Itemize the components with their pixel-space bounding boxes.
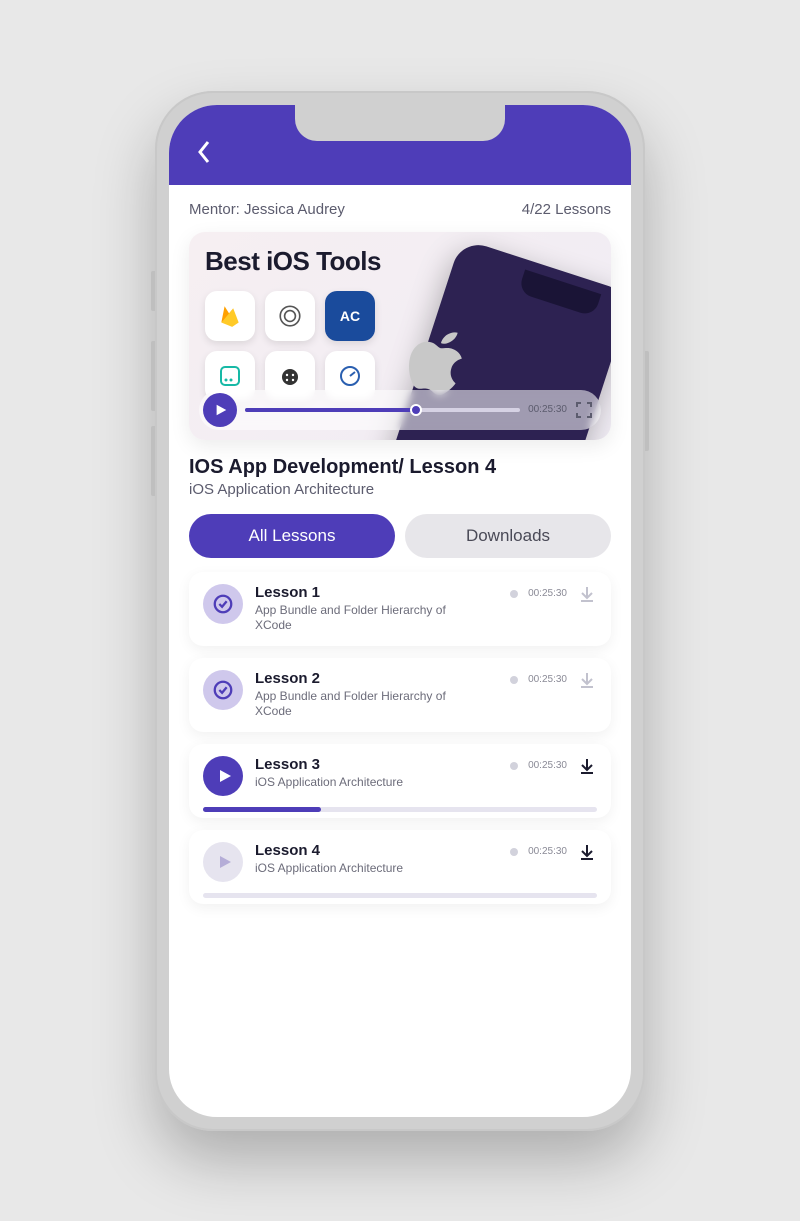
tab-downloads[interactable]: Downloads (405, 514, 611, 558)
video-thumbnail: Best iOS Tools AC (189, 232, 611, 440)
screen: Mentor: Jessica Audrey 4/22 Lessons Best… (169, 105, 631, 1117)
lesson-name: Lesson 1 (255, 584, 498, 601)
phone-mockup: Mentor: Jessica Audrey 4/22 Lessons Best… (155, 91, 645, 1131)
lesson-description: iOS Application Architecture (255, 775, 475, 791)
lesson-duration: 00:25:30 (528, 588, 567, 599)
lesson-count-label: 4/22 Lessons (522, 201, 611, 218)
lesson-name: Lesson 3 (255, 756, 498, 773)
course-title: IOS App Development/ Lesson 4 (169, 440, 631, 481)
download-button[interactable] (577, 584, 597, 604)
lesson-list: Lesson 1 App Bundle and Folder Hierarchy … (169, 572, 631, 904)
lesson-description: App Bundle and Folder Hierarchy of XCode (255, 603, 475, 634)
play-icon[interactable] (203, 842, 243, 882)
lesson-progress-bar[interactable] (203, 893, 597, 898)
course-subtitle: iOS Application Architecture (169, 481, 631, 514)
status-dot-icon (510, 762, 518, 770)
video-controls: 00:25:30 (199, 390, 601, 430)
lesson-row[interactable]: Lesson 2 App Bundle and Folder Hierarchy … (189, 658, 611, 732)
back-button[interactable] (189, 137, 219, 167)
status-dot-icon (510, 848, 518, 856)
notch (295, 105, 505, 141)
fullscreen-button[interactable] (575, 401, 593, 419)
check-circle-icon[interactable] (203, 670, 243, 710)
video-progress-bar[interactable] (245, 408, 520, 412)
lesson-description: iOS Application Architecture (255, 861, 475, 877)
firebase-icon (205, 291, 255, 341)
lesson-duration: 00:25:30 (528, 760, 567, 771)
check-circle-icon[interactable] (203, 584, 243, 624)
video-timestamp: 00:25:30 (528, 404, 567, 415)
lesson-duration: 00:25:30 (528, 846, 567, 857)
tab-all-lessons[interactable]: All Lessons (189, 514, 395, 558)
circle-spiral-icon (265, 291, 315, 341)
tab-bar: All Lessons Downloads (169, 514, 631, 572)
chevron-left-icon (197, 140, 211, 164)
lesson-name: Lesson 2 (255, 670, 498, 687)
meta-row: Mentor: Jessica Audrey 4/22 Lessons (169, 185, 631, 228)
lesson-row[interactable]: Lesson 4 iOS Application Architecture 00:2… (189, 830, 611, 904)
play-button[interactable] (203, 393, 237, 427)
lesson-row[interactable]: Lesson 1 App Bundle and Folder Hierarchy … (189, 572, 611, 646)
video-card[interactable]: Best iOS Tools AC (189, 232, 611, 440)
lesson-progress-bar[interactable] (203, 807, 597, 812)
download-button[interactable] (577, 670, 597, 690)
mentor-label: Mentor: Jessica Audrey (189, 201, 345, 218)
download-button[interactable] (577, 756, 597, 776)
lesson-description: App Bundle and Folder Hierarchy of XCode (255, 689, 475, 720)
play-icon[interactable] (203, 756, 243, 796)
status-dot-icon (510, 590, 518, 598)
lesson-duration: 00:25:30 (528, 674, 567, 685)
status-dot-icon (510, 676, 518, 684)
download-button[interactable] (577, 842, 597, 862)
appcode-icon: AC (325, 291, 375, 341)
lesson-name: Lesson 4 (255, 842, 498, 859)
lesson-row[interactable]: Lesson 3 iOS Application Architecture 00:2… (189, 744, 611, 818)
